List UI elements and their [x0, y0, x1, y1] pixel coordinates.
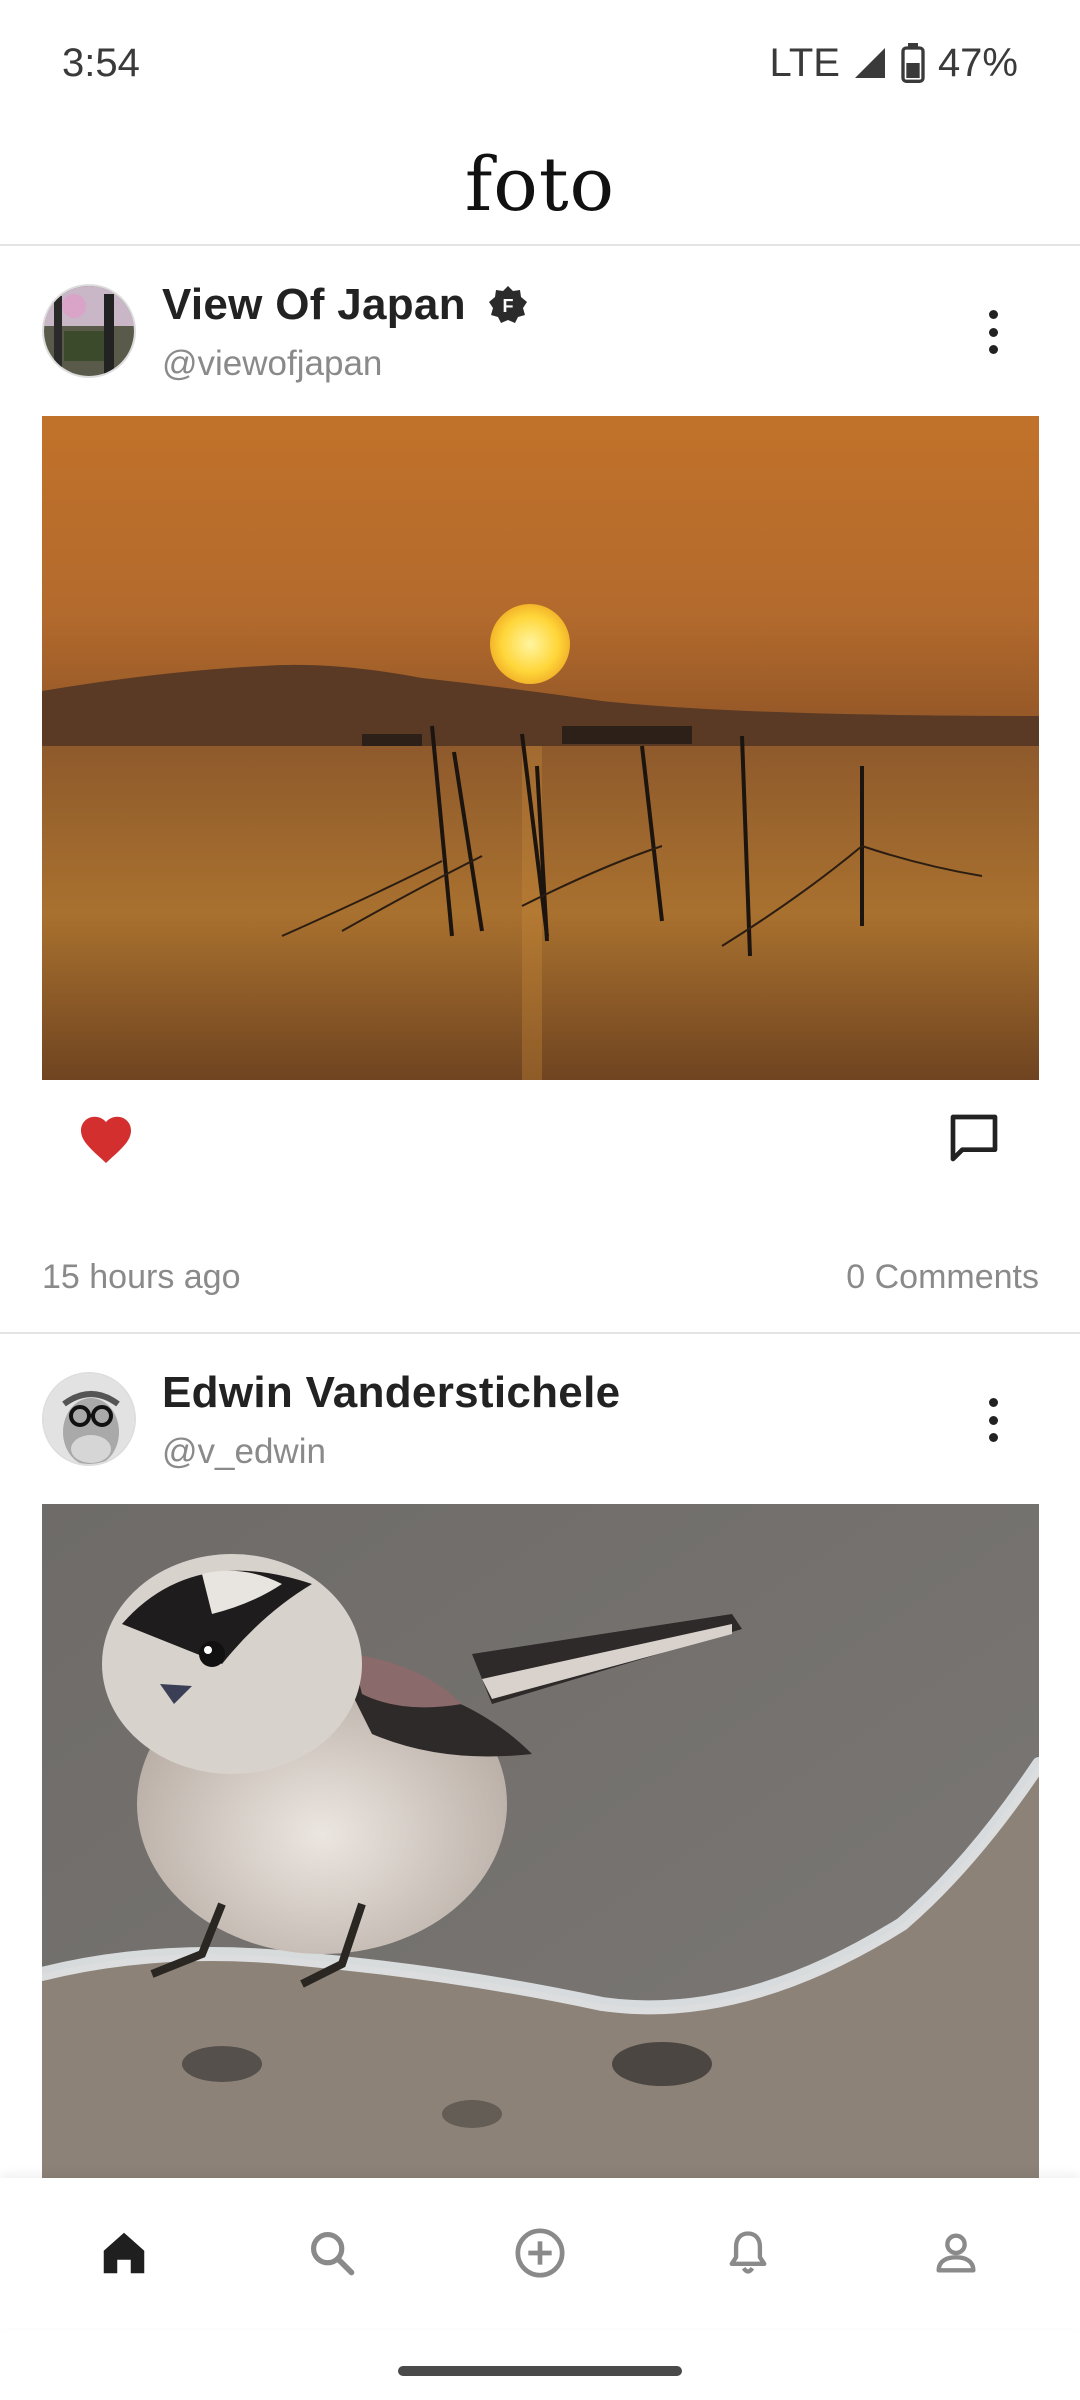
nav-create[interactable]	[485, 2198, 595, 2308]
more-options-icon[interactable]	[978, 302, 1008, 362]
user-handle[interactable]: @viewofjapan	[162, 344, 382, 384]
avatar[interactable]	[42, 1372, 136, 1466]
comment-icon[interactable]	[944, 1110, 1004, 1166]
nav-notifications[interactable]	[693, 2198, 803, 2308]
user-handle[interactable]: @v_edwin	[162, 1432, 326, 1472]
bottom-navigation	[0, 2178, 1080, 2328]
name-row: Edwin Vanderstichele	[162, 1368, 620, 1418]
display-name[interactable]: Edwin Vanderstichele	[162, 1368, 620, 1418]
comments-count[interactable]: 0 Comments	[846, 1258, 1039, 1297]
bell-icon	[729, 2231, 767, 2274]
post-image[interactable]	[42, 416, 1039, 1080]
signal-icon	[854, 48, 885, 78]
status-bar: 3:54 LTE 47%	[0, 0, 1080, 126]
display-name[interactable]: View Of Japan	[162, 280, 466, 330]
home-icon	[103, 2232, 145, 2274]
more-options-icon[interactable]	[978, 1390, 1008, 1450]
post-header: Edwin Vanderstichele @v_edwin	[0, 1334, 1080, 1504]
app-title: foto	[464, 142, 616, 228]
nav-home[interactable]	[69, 2198, 179, 2308]
gesture-handle[interactable]	[398, 2366, 682, 2376]
feed[interactable]: View Of Japan F @viewofjapan 15 hours ag…	[0, 246, 1080, 2178]
post-image[interactable]	[42, 1504, 1039, 2178]
verified-badge-icon: F	[488, 286, 527, 323]
avatar[interactable]	[42, 284, 136, 378]
verified-badge-letter: F	[502, 296, 513, 316]
status-time: 3:54	[62, 40, 140, 85]
nav-profile[interactable]	[901, 2198, 1011, 2308]
post-header: View Of Japan F @viewofjapan	[0, 246, 1080, 416]
nav-search[interactable]	[277, 2198, 387, 2308]
name-row: View Of Japan F	[162, 280, 528, 330]
post-meta: 15 hours ago 0 Comments	[42, 1258, 1039, 1297]
battery-level: 47%	[937, 40, 1018, 85]
post-card: View Of Japan F @viewofjapan 15 hours ag…	[0, 246, 1080, 1334]
battery-icon	[901, 43, 925, 83]
post-time: 15 hours ago	[42, 1258, 241, 1296]
network-type: LTE	[769, 40, 840, 85]
add-circle-icon	[515, 2228, 565, 2278]
search-icon	[310, 2231, 355, 2276]
profile-icon	[936, 2233, 976, 2273]
post-card: Edwin Vanderstichele @v_edwin	[0, 1334, 1080, 2178]
status-indicators: LTE 47%	[770, 41, 1018, 86]
post-actions	[0, 1080, 1080, 1180]
app-header: foto	[0, 126, 1080, 246]
heart-icon[interactable]	[76, 1110, 136, 1166]
